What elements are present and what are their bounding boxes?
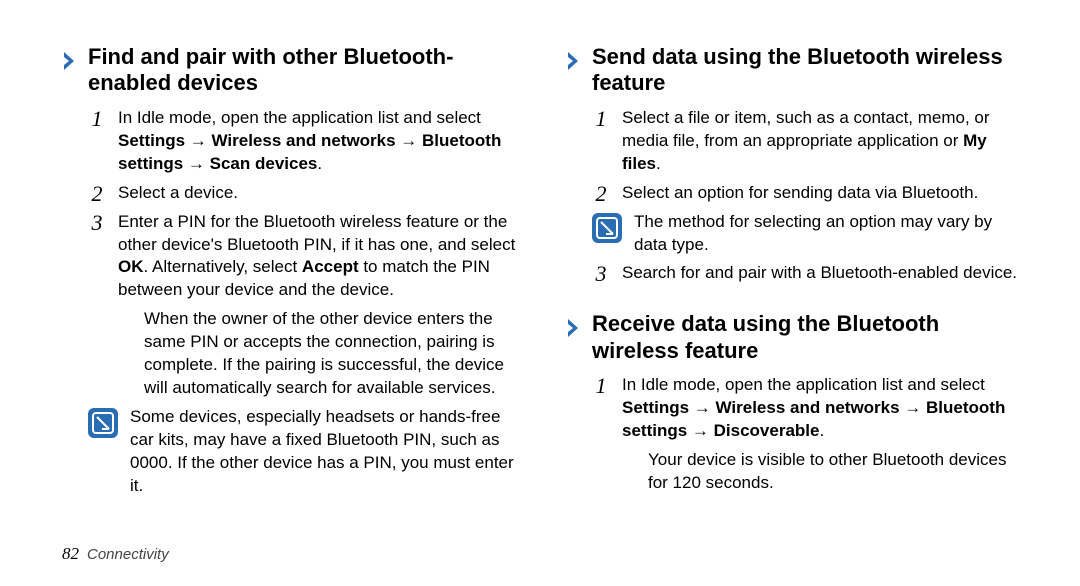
info-note-icon [88,408,118,438]
step-number: 1 [592,107,610,130]
step-number: 2 [592,182,610,205]
step-2: 2 Select an option for sending data via … [592,182,1022,205]
text: . [656,154,661,173]
step-number: 1 [592,374,610,397]
step-number: 3 [88,211,106,234]
page-footer: 82 Connectivity [62,544,1022,564]
step-3: 3 Search for and pair with a Bluetooth-e… [592,262,1022,285]
section-send-data: Send data using the Bluetooth wireless f… [566,44,1022,291]
right-column: Send data using the Bluetooth wireless f… [566,44,1022,540]
page-section-label: Connectivity [87,546,169,563]
step-1: 1 In Idle mode, open the application lis… [592,374,1022,443]
section-heading: Receive data using the Bluetooth wireles… [566,311,1022,364]
step-1-paragraph: Your device is visible to other Bluetoot… [648,449,1022,495]
section-title: Find and pair with other Bluetooth-enabl… [88,44,518,97]
step-list: 1 Select a file or item, such as a conta… [592,107,1022,205]
step-body: Select an option for sending data via Bl… [622,182,978,205]
step-number: 3 [592,262,610,285]
section-title: Send data using the Bluetooth wireless f… [592,44,1022,97]
step-3-paragraph: When the owner of the other device enter… [144,308,518,400]
bold-text: Settings → Wireless and networks → Bluet… [118,131,501,173]
step-body: In Idle mode, open the application list … [118,107,518,176]
step-1: 1 In Idle mode, open the application lis… [88,107,518,176]
step-list-cont: 3 Search for and pair with a Bluetooth-e… [592,262,1022,285]
step-list: 1 In Idle mode, open the application lis… [592,374,1022,495]
page-number: 82 [62,544,79,564]
step-number: 1 [88,107,106,130]
section-heading: Send data using the Bluetooth wireless f… [566,44,1022,97]
section-find-pair: Find and pair with other Bluetooth-enabl… [62,44,518,504]
step-body: Select a file or item, such as a contact… [622,107,1022,176]
note-body: The method for selecting an option may v… [634,211,1022,257]
step-body: Select a device. [118,182,238,205]
step-number: 2 [88,182,106,205]
section-receive-data: Receive data using the Bluetooth wireles… [566,311,1022,500]
text: In Idle mode, open the application list … [622,375,985,394]
step-list: 1 In Idle mode, open the application lis… [88,107,518,400]
step-body: Enter a PIN for the Bluetooth wireless f… [118,211,518,303]
bold-text: OK [118,257,144,276]
step-body: Search for and pair with a Bluetooth-ena… [622,262,1017,285]
text: Enter a PIN for the Bluetooth wireless f… [118,212,515,254]
section-heading: Find and pair with other Bluetooth-enabl… [62,44,518,97]
step-2: 2 Select a device. [88,182,518,205]
chevron-right-icon [566,317,582,339]
bold-text: Settings → Wireless and networks → Bluet… [622,398,1005,440]
step-1: 1 Select a file or item, such as a conta… [592,107,1022,176]
text: In Idle mode, open the application list … [118,108,481,127]
text: . [317,154,322,173]
step-3: 3 Enter a PIN for the Bluetooth wireless… [88,211,518,303]
document-page: Find and pair with other Bluetooth-enabl… [0,0,1080,586]
text: . [819,421,824,440]
chevron-right-icon [62,50,78,72]
section-title: Receive data using the Bluetooth wireles… [592,311,1022,364]
text: Select a file or item, such as a contact… [622,108,990,150]
step-body: In Idle mode, open the application list … [622,374,1022,443]
chevron-right-icon [566,50,582,72]
bold-text: Accept [302,257,359,276]
note: Some devices, especially headsets or han… [88,406,518,498]
info-note-icon [592,213,622,243]
note: The method for selecting an option may v… [592,211,1022,257]
left-column: Find and pair with other Bluetooth-enabl… [62,44,518,540]
content-columns: Find and pair with other Bluetooth-enabl… [62,44,1022,540]
text: . Alternatively, select [144,257,302,276]
note-body: Some devices, especially headsets or han… [130,406,518,498]
